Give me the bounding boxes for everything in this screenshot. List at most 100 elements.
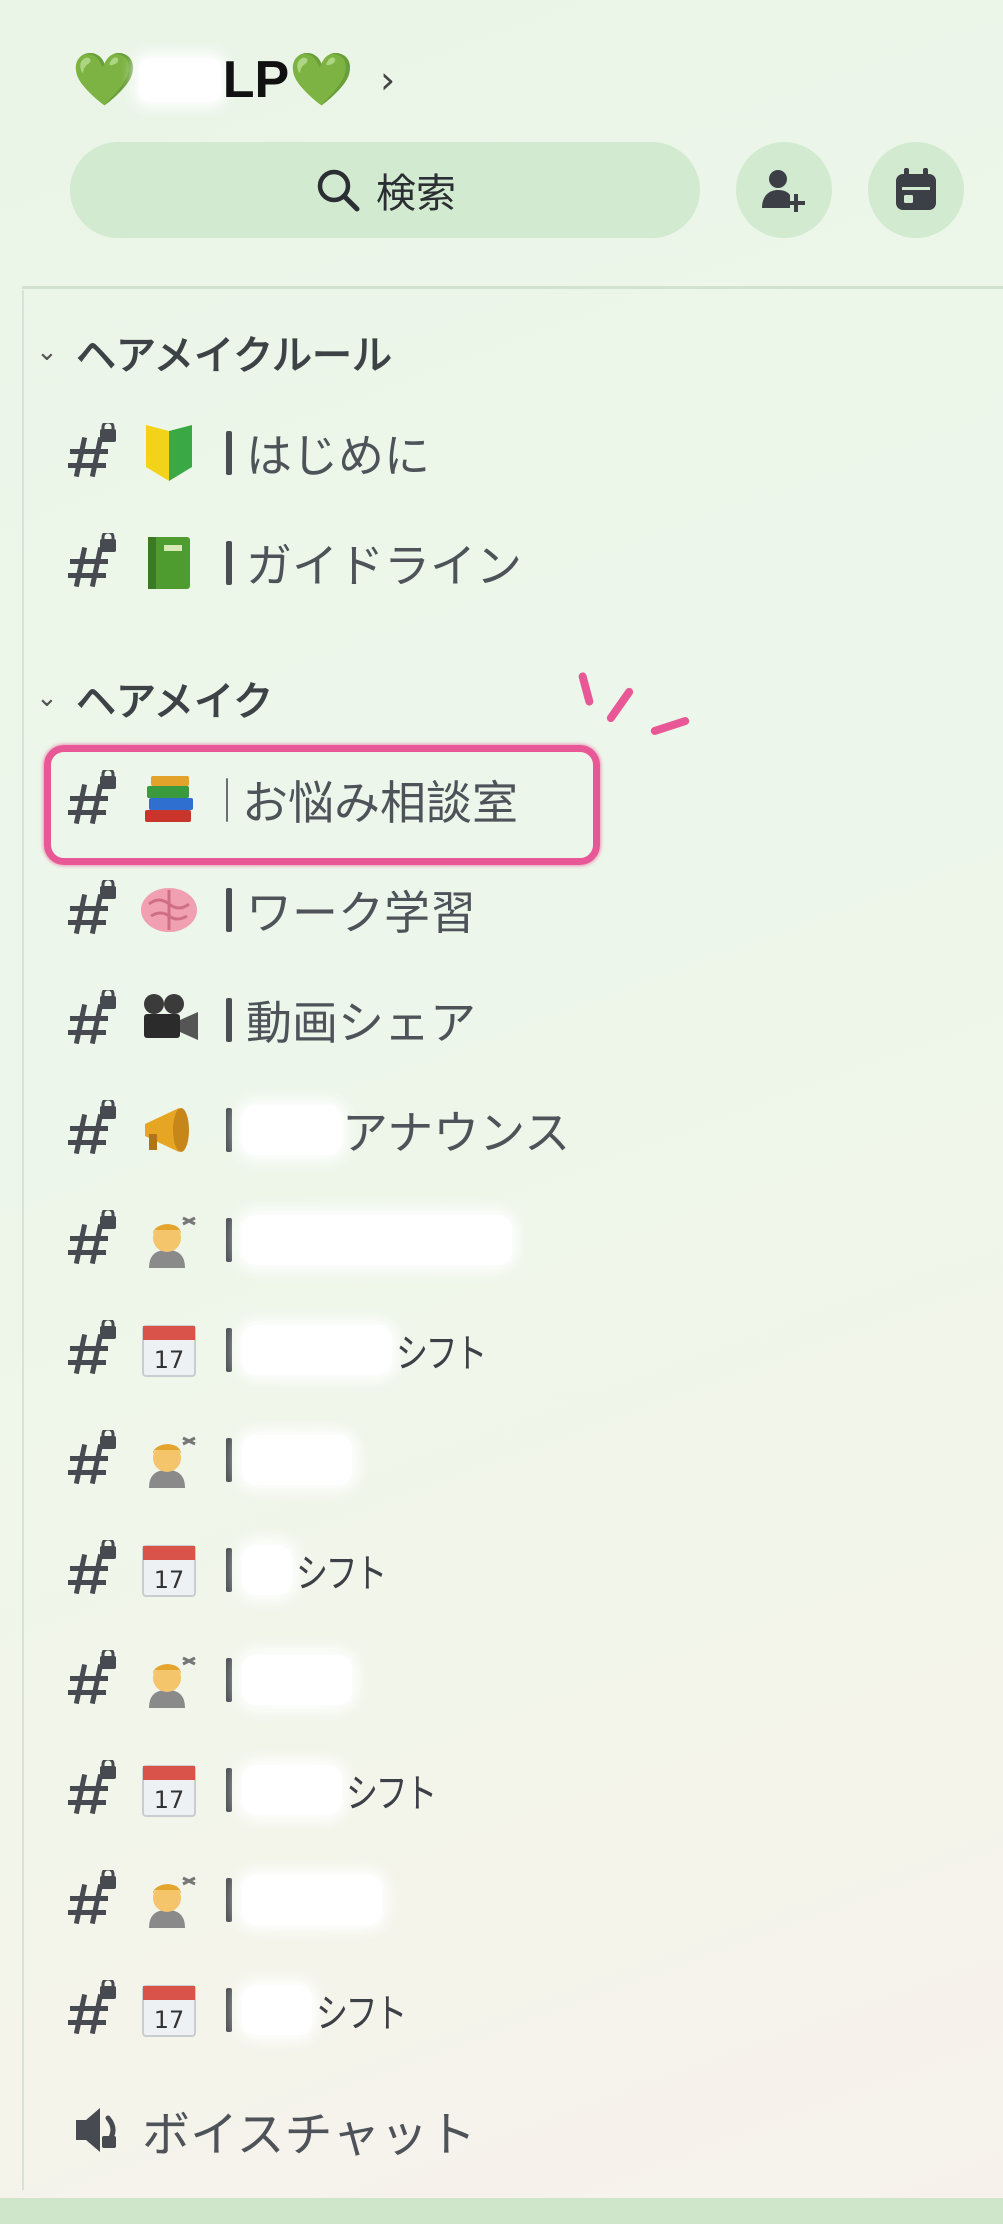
category-hairmake[interactable]: ⌄ ヘアメイク [36, 668, 273, 728]
channel-item[interactable] [68, 1635, 588, 1725]
speaker-icon [76, 2108, 116, 2152]
channel-item[interactable] [68, 1415, 588, 1505]
channel-separator [226, 1218, 232, 1262]
redacted-text [242, 1105, 342, 1155]
channel-separator [226, 1878, 232, 1922]
voice-channel-item[interactable]: ボイスチャット [72, 2095, 476, 2165]
channel-item[interactable]: ワーク学習 [68, 865, 588, 955]
channel-name: ワーク学習 [246, 886, 476, 940]
channel-separator [226, 998, 232, 1042]
channel-item[interactable]: はじめに [68, 408, 588, 498]
channel-name: お悩み相談室 [242, 776, 518, 830]
locked-channel-icon [68, 1537, 120, 1600]
chevron-down-icon: ⌄ [36, 337, 58, 367]
channel-item[interactable]: アナウンス [68, 1085, 588, 1175]
channel-separator [226, 1548, 232, 1592]
channel-item[interactable]: 動画シェア [68, 975, 588, 1065]
locked-channel-icon [68, 1207, 120, 1270]
sparkle-annotation [649, 716, 691, 736]
channel-item[interactable] [68, 1195, 588, 1285]
redacted-text [242, 1215, 512, 1265]
calendar-emoji-icon: 17 [136, 1537, 202, 1603]
bottom-bar [0, 2198, 1003, 2224]
search-label: 検索 [376, 171, 456, 217]
redacted-text [242, 1435, 352, 1485]
channel-name: はじめに [246, 429, 430, 483]
haircut-emoji-icon [136, 1647, 202, 1713]
channel-separator [226, 1328, 232, 1372]
server-header[interactable]: 💚 LP 💚 › [72, 45, 395, 115]
books-emoji-icon [136, 767, 202, 833]
channel-item[interactable]: 17 シフト [68, 1745, 588, 1835]
channel-separator [226, 888, 232, 932]
channel-separator [226, 1438, 232, 1482]
channel-item[interactable]: 17 シフト [68, 1525, 588, 1615]
haircut-emoji-icon [136, 1207, 202, 1273]
channel-separator [226, 1768, 232, 1812]
invite-icon [762, 170, 805, 212]
redacted-text [242, 1655, 352, 1705]
calendar-emoji-icon: 17 [136, 1977, 202, 2043]
green-heart-icon: 💚 [289, 50, 354, 110]
locked-channel-icon [68, 1097, 120, 1160]
channel-name: アナウンス [342, 1106, 571, 1160]
locked-channel-icon [68, 530, 120, 593]
server-name: LP [222, 51, 290, 109]
channel-separator [226, 1658, 232, 1702]
brain-emoji-icon [136, 877, 202, 943]
channel-item[interactable]: 17 シフト [68, 1305, 588, 1395]
channel-name: シフト [396, 1331, 487, 1377]
channel-item-selected[interactable]: お悩み相談室 [68, 755, 588, 845]
channel-name: シフト [316, 1991, 407, 2037]
channel-name: シフト [296, 1551, 387, 1597]
locked-channel-icon [68, 1317, 120, 1380]
calendar-emoji-icon: 17 [136, 1317, 202, 1383]
svg-text:17: 17 [154, 1346, 185, 1374]
locked-channel-icon [68, 1867, 120, 1930]
haircut-emoji-icon [136, 1867, 202, 1933]
megaphone-emoji-icon [136, 1097, 202, 1163]
channel-separator [226, 778, 228, 822]
channel-name: 動画シェア [246, 996, 476, 1050]
chevron-down-icon: ⌄ [36, 683, 58, 713]
locked-channel-icon [68, 1427, 120, 1490]
calendar-emoji-icon: 17 [136, 1757, 202, 1823]
haircut-emoji-icon [136, 1427, 202, 1493]
redacted-text [242, 1545, 292, 1595]
invite-members-button[interactable] [736, 142, 832, 238]
locked-channel-icon [68, 1647, 120, 1710]
locked-channel-icon [68, 987, 120, 1050]
svg-text:17: 17 [154, 2006, 185, 2034]
search-icon [317, 169, 360, 212]
locked-channel-icon [68, 877, 120, 940]
redacted-text [242, 1985, 312, 2035]
movie-camera-emoji-icon [136, 987, 202, 1053]
green-book-emoji-icon [136, 530, 202, 596]
green-heart-icon: 💚 [72, 50, 137, 110]
locked-channel-icon [68, 1977, 120, 2040]
channel-separator [226, 431, 232, 475]
channel-name: ガイドライン [246, 539, 522, 593]
locked-channel-icon [68, 1757, 120, 1820]
redacted-text [242, 1765, 342, 1815]
channel-name: シフト [346, 1771, 437, 1817]
channel-item[interactable]: ガイドライン [68, 518, 588, 608]
voice-channel-name: ボイスチャット [142, 2107, 477, 2163]
chevron-right-icon: › [379, 58, 396, 102]
channel-item[interactable]: 17 シフト [68, 1965, 588, 2055]
channel-separator [226, 541, 232, 585]
sparkle-annotation [577, 671, 595, 707]
channel-separator [226, 1988, 232, 2032]
svg-text:17: 17 [154, 1566, 185, 1594]
sidebar-edge [22, 290, 24, 2190]
category-label: ヘアメイクルール [76, 333, 392, 379]
svg-text:17: 17 [154, 1786, 185, 1814]
channel-item[interactable] [68, 1855, 588, 1945]
redacted-text [138, 58, 221, 102]
sparkle-annotation [605, 686, 635, 724]
search-button[interactable]: 検索 [70, 142, 700, 238]
category-hairmake-rules[interactable]: ⌄ ヘアメイクルール [36, 322, 392, 382]
redacted-text [242, 1325, 392, 1375]
header-divider [22, 286, 1003, 289]
events-button[interactable] [868, 142, 964, 238]
